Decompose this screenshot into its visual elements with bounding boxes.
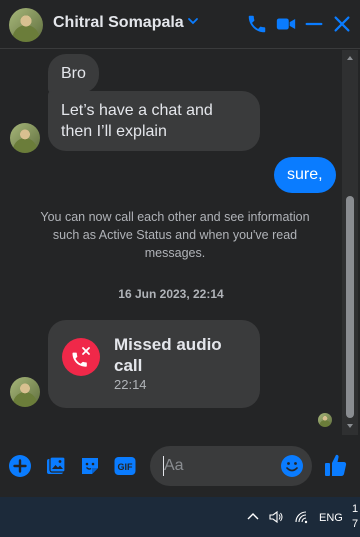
missed-call-title-line: Missed audio <box>114 335 222 354</box>
gif-icon[interactable]: GIF <box>113 454 137 478</box>
outgoing-message[interactable]: sure, <box>274 157 336 193</box>
like-icon[interactable] <box>322 451 350 479</box>
chevron-up-icon[interactable] <box>245 510 261 524</box>
sticker-icon[interactable] <box>78 454 102 478</box>
scrollbar-thumb[interactable] <box>346 196 354 418</box>
clock-line: 1 <box>352 503 359 515</box>
clock-line: 7 <box>352 518 359 530</box>
seen-avatar <box>318 413 332 427</box>
phone-icon[interactable] <box>246 13 268 35</box>
text-caret <box>163 456 164 476</box>
incoming-message[interactable]: Bro <box>48 54 99 93</box>
missed-call-icon <box>62 338 100 376</box>
minimize-icon[interactable] <box>303 13 325 35</box>
video-icon[interactable] <box>275 13 297 35</box>
scroll-down-arrow-icon[interactable] <box>346 422 354 430</box>
message-text: sure, <box>287 166 323 183</box>
system-notice-line: You can now call each other and see info… <box>40 210 310 224</box>
timestamp: 16 Jun 2023, 22:14 <box>118 287 224 301</box>
speaker-icon[interactable] <box>268 510 284 524</box>
message-input-container[interactable] <box>150 446 312 486</box>
missed-call-title: Missed audio call <box>114 334 244 376</box>
chevron-down-icon[interactable] <box>186 14 200 28</box>
emoji-icon[interactable] <box>280 454 304 478</box>
message-list[interactable]: Bro Let’s have a chat and then I’ll expl… <box>0 50 342 435</box>
system-notice-line: such as Active Status and when you've re… <box>52 228 298 242</box>
missed-call-title-line: call <box>114 356 143 375</box>
chat-header: Chitral Somapala <box>0 0 360 49</box>
close-icon[interactable] <box>331 13 353 35</box>
system-notice: You can now call each other and see info… <box>20 208 330 262</box>
message-composer: GIF <box>0 440 360 496</box>
add-icon[interactable] <box>8 454 32 478</box>
system-notice-line: messages. <box>144 246 206 260</box>
image-icon[interactable] <box>44 454 68 478</box>
contact-avatar[interactable] <box>10 123 40 153</box>
language-indicator[interactable]: ENG <box>319 512 343 524</box>
scrollbar[interactable] <box>342 50 358 435</box>
svg-text:GIF: GIF <box>118 462 134 472</box>
system-clock[interactable]: 1 7 <box>352 502 360 532</box>
message-text: Bro <box>61 65 86 82</box>
missed-call-card[interactable]: Missed audio call 22:14 <box>48 320 260 408</box>
contact-avatar[interactable] <box>10 377 40 407</box>
message-text-line: Let’s have a chat and <box>61 102 213 119</box>
scroll-up-arrow-icon[interactable] <box>346 54 354 62</box>
contact-avatar[interactable] <box>9 8 43 42</box>
system-taskbar: ENG 1 7 <box>0 497 360 537</box>
contact-name[interactable]: Chitral Somapala <box>53 14 184 32</box>
message-text-line: then I’ll explain <box>61 123 167 140</box>
message-input[interactable] <box>164 455 274 477</box>
missed-call-time: 22:14 <box>114 377 147 392</box>
wifi-icon[interactable] <box>294 510 310 524</box>
incoming-message[interactable]: Let’s have a chat and then I’ll explain <box>48 91 260 151</box>
